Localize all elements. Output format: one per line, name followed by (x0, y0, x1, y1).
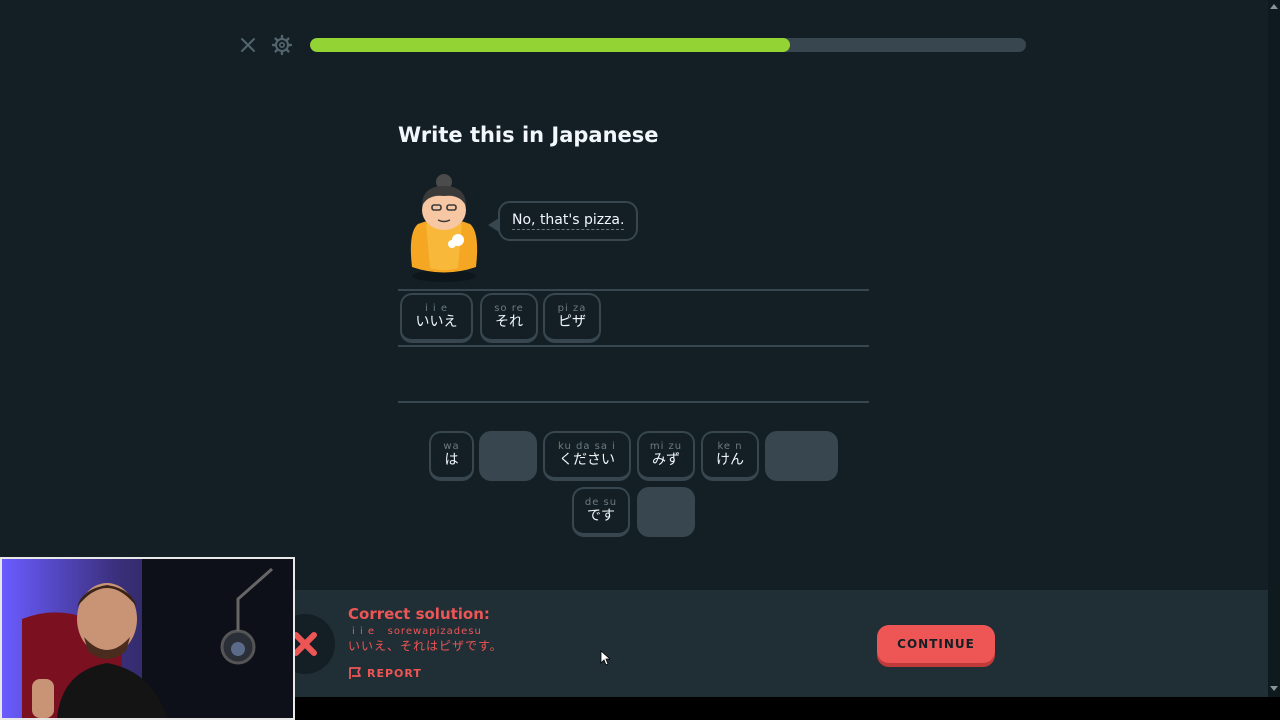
solution-romaji: i i e sorewapizadesu (352, 626, 482, 637)
tile-kana: ください (559, 452, 615, 468)
mouse-cursor-icon (600, 650, 610, 666)
tile-romaji: ke n (717, 441, 743, 452)
page-title: Write this in Japanese (398, 123, 659, 147)
character-illustration (410, 174, 478, 282)
report-button[interactable]: REPORT (348, 666, 422, 680)
tile-kana: それ (495, 314, 523, 330)
answer-line-1 (398, 289, 869, 291)
tile-kana: いいえ (415, 314, 458, 330)
answer-line-2 (398, 345, 869, 347)
flag-icon (349, 667, 361, 679)
word-bank-slot-empty (637, 487, 695, 537)
tile-kana: です (587, 508, 615, 524)
word-bank-tile[interactable]: ke n けん (701, 431, 759, 481)
tile-romaji: pi za (557, 303, 587, 314)
solution-title: Correct solution: (348, 605, 490, 623)
tile-kana: ピザ (558, 314, 586, 330)
answer-line-3 (398, 401, 869, 403)
webcam-video (2, 559, 293, 718)
scroll-down-arrow[interactable] (1270, 686, 1278, 691)
tile-romaji: mi zu (649, 441, 683, 452)
solution-text: いいえ、それはピザです。 (348, 639, 503, 653)
word-bank-tile[interactable]: de su です (572, 487, 630, 537)
tile-romaji: wa (443, 441, 460, 452)
tile-romaji: ku da sa i (558, 441, 616, 452)
continue-button[interactable]: CONTINUE (877, 625, 995, 663)
settings-button[interactable] (271, 34, 293, 56)
tile-kana: みず (652, 452, 680, 468)
tile-kana: は (444, 452, 459, 468)
word-bank-tile[interactable]: mi zu みず (637, 431, 695, 481)
word-bank-tile[interactable]: ku da sa i ください (543, 431, 631, 481)
word-bank-slot-empty (765, 431, 838, 481)
close-icon (241, 38, 255, 52)
answer-tile[interactable]: so re それ (480, 293, 538, 343)
tile-kana: けん (716, 452, 744, 468)
word-bank-slot-empty (479, 431, 537, 481)
word-bank-tile[interactable]: wa は (429, 431, 474, 481)
tile-romaji: i i e (424, 303, 449, 314)
report-label: REPORT (367, 666, 422, 680)
answer-tile[interactable]: i i e いいえ (400, 293, 473, 343)
lesson-progress-bar (310, 38, 1026, 52)
gear-icon (271, 34, 293, 56)
scroll-up-arrow[interactable] (1270, 4, 1278, 9)
tile-romaji: de su (584, 497, 618, 508)
close-button[interactable] (238, 35, 258, 55)
tile-romaji: so re (494, 303, 524, 314)
prompt-sentence[interactable]: No, that's pizza. (512, 212, 625, 230)
speech-bubble[interactable]: No, that's pizza. (498, 201, 639, 241)
scrollbar[interactable] (1268, 0, 1280, 697)
progress-fill (310, 38, 790, 52)
webcam-overlay (0, 557, 295, 720)
answer-tile[interactable]: pi za ピザ (543, 293, 601, 343)
